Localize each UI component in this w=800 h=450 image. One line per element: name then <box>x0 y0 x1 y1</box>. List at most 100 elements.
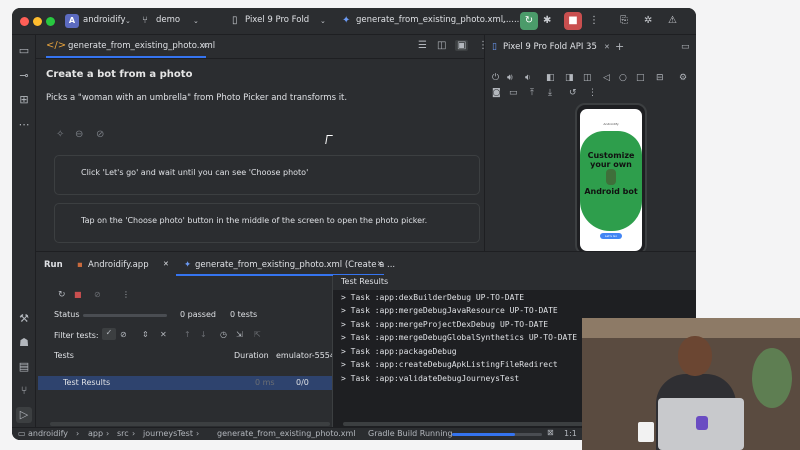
background-task-label[interactable]: Gradle Build Running <box>368 429 453 438</box>
run-tab-app[interactable]: Androidify.app <box>88 260 149 270</box>
debug-icon[interactable]: ✱ <box>543 14 551 28</box>
folder-icon[interactable]: ▭ <box>16 43 32 59</box>
breadcrumb-separator: › <box>106 429 110 438</box>
rerun-icon[interactable]: ↻ <box>58 290 66 300</box>
stop-button[interactable]: ■ <box>564 12 582 30</box>
journey-icon: ✦ <box>184 260 192 270</box>
structure-icon[interactable]: ⊞ <box>16 92 32 108</box>
settings-icon[interactable]: ⚙ <box>679 73 687 83</box>
console-line: > Task :app:validateDebugJourneysTest <box>341 374 520 383</box>
git-icon[interactable]: ⑂ <box>16 383 32 399</box>
breadcrumb-item[interactable]: app <box>88 429 103 438</box>
show-passed-icon[interactable]: ✓ <box>102 328 116 340</box>
zoom-window-button[interactable] <box>46 17 55 26</box>
console-scrollbar[interactable] <box>343 422 583 426</box>
back-icon[interactable]: ◁ <box>603 73 610 83</box>
tree-scrollbar[interactable] <box>50 422 330 426</box>
code-view-icon[interactable]: ☰ <box>418 40 427 51</box>
upload-icon[interactable]: ⤒ <box>530 88 534 98</box>
power-icon[interactable]: ⏻ <box>492 73 499 83</box>
device-tab[interactable]: Pixel 9 Pro Fold API 35 <box>503 42 597 52</box>
close-tab-icon[interactable]: ✕ <box>377 260 383 268</box>
history-icon[interactable]: ◷ <box>220 330 227 339</box>
step-card[interactable]: Tap on the 'Choose photo' button in the … <box>54 203 480 243</box>
xml-file-icon: </> <box>46 40 67 51</box>
tests-column-header: Tests <box>54 351 74 360</box>
design-view-icon[interactable]: ▣ <box>455 40 469 51</box>
branch-selector[interactable]: demo <box>156 15 180 25</box>
fold-icon[interactable]: ◫ <box>583 73 592 83</box>
camera-icon[interactable]: ◙ <box>492 88 501 98</box>
close-window-button[interactable] <box>20 17 29 26</box>
run-tab-journey[interactable]: generate_from_existing_photo.xml (Create… <box>195 260 395 270</box>
device-selector[interactable]: Pixel 9 Pro Fold <box>245 15 309 25</box>
terminal-icon[interactable]: ▤ <box>16 359 32 375</box>
breadcrumb-item[interactable]: journeysTest <box>143 429 193 438</box>
run-panel-title: Run <box>44 260 63 270</box>
volume-down-icon[interactable]: 🔉︎ <box>525 73 531 83</box>
rotate-left-icon[interactable]: ◧ <box>546 73 555 83</box>
row-duration: 0 ms <box>255 378 275 387</box>
more-tools-icon[interactable]: ⋯ <box>16 117 32 133</box>
breadcrumb-separator: › <box>196 429 200 438</box>
device-manager-icon[interactable]: ⎘ <box>620 14 628 28</box>
stop-icon[interactable]: ■ <box>74 290 82 299</box>
gemini-icon[interactable]: ✧ <box>56 129 64 140</box>
console-line: > Task :app:packageDebug <box>341 347 457 356</box>
project-selector[interactable]: androidify <box>83 15 126 25</box>
android-bot-sticker <box>696 416 708 430</box>
history-icon[interactable]: ↺ <box>569 88 577 98</box>
caret-position[interactable]: 1:1 <box>564 429 577 438</box>
breadcrumb-item[interactable]: src <box>117 429 129 438</box>
disable-icon[interactable]: ⊘ <box>96 129 104 140</box>
minimize-window-button[interactable] <box>33 17 42 26</box>
volume-up-icon[interactable]: 🔊︎ <box>507 73 513 83</box>
step-card[interactable]: Click 'Let's go' and wait until you can … <box>54 155 480 195</box>
show-ignored-icon[interactable]: ⊘ <box>120 330 127 339</box>
overview-icon[interactable]: □ <box>636 73 645 83</box>
test-results-row-label[interactable]: Test Results <box>63 378 110 387</box>
breadcrumb-item[interactable]: androidify <box>28 429 68 438</box>
bug-icon[interactable]: ✲ <box>644 14 652 28</box>
more-icon[interactable]: ⋮ <box>588 88 597 98</box>
step-text: Tap on the 'Choose photo' button in the … <box>81 216 428 225</box>
rerun-button[interactable]: ↻ <box>520 12 538 30</box>
more-icon[interactable]: ⋮ <box>122 290 130 299</box>
close-tab-icon[interactable]: ✕ <box>163 260 169 268</box>
editor-tab-file[interactable]: generate_from_existing_photo.xml <box>68 41 215 51</box>
journey-description: Picks a "woman with an umbrella" from Ph… <box>46 93 348 103</box>
more-icon[interactable]: ⋮ <box>589 14 599 28</box>
breadcrumb-item[interactable]: generate_from_existing_photo.xml <box>217 429 356 438</box>
export-icon[interactable]: ⇱ <box>254 330 261 339</box>
add-step-icon[interactable]: ⊖ <box>75 129 83 140</box>
expand-icon[interactable]: ⇕ <box>142 330 149 339</box>
close-tab-icon[interactable]: ✕ <box>202 41 209 50</box>
link-icon[interactable]: ⊘ <box>94 290 101 299</box>
lets-go-button[interactable]: Let's Go <box>600 233 622 239</box>
home-icon[interactable]: ○ <box>619 73 627 83</box>
passed-count: 0 passed <box>180 310 216 319</box>
add-device-button[interactable]: + <box>615 40 624 53</box>
previous-icon[interactable]: ↑ <box>184 330 191 339</box>
phone-screen[interactable]: Androidify Customize your own Android bo… <box>580 109 642 251</box>
logcat-icon[interactable]: ☗ <box>16 335 32 351</box>
presenter-video <box>582 318 800 450</box>
extended-controls-icon[interactable]: ⊟ <box>656 73 664 83</box>
record-icon[interactable]: ▭ <box>509 88 518 98</box>
collapse-icon[interactable]: ✕ <box>160 330 167 339</box>
run-config-selector[interactable]: generate_from_existing_photo.xml...... <box>356 15 519 25</box>
title-bar: A androidify ⌄ ⑂ demo ⌄ ▯ Pixel 9 Pro Fo… <box>12 8 696 35</box>
rotate-right-icon[interactable]: ◨ <box>565 73 574 83</box>
import-icon[interactable]: ⇲ <box>236 330 243 339</box>
notifications-icon[interactable]: ⚠ <box>668 14 677 28</box>
next-icon[interactable]: ↓ <box>200 330 207 339</box>
panel-options-icon[interactable]: ▭ <box>681 42 690 52</box>
split-view-icon[interactable]: ◫ <box>437 40 446 51</box>
chevron-down-icon: ⌄ <box>320 17 326 25</box>
commit-icon[interactable]: ⊸ <box>16 68 32 84</box>
run-tool-icon[interactable]: ▷ <box>16 407 32 423</box>
build-icon[interactable]: ⚒ <box>16 311 32 327</box>
download-icon[interactable]: ⤓ <box>548 88 552 98</box>
cancel-task-icon[interactable]: ⊠ <box>547 428 554 437</box>
close-tab-icon[interactable]: ✕ <box>604 43 610 51</box>
